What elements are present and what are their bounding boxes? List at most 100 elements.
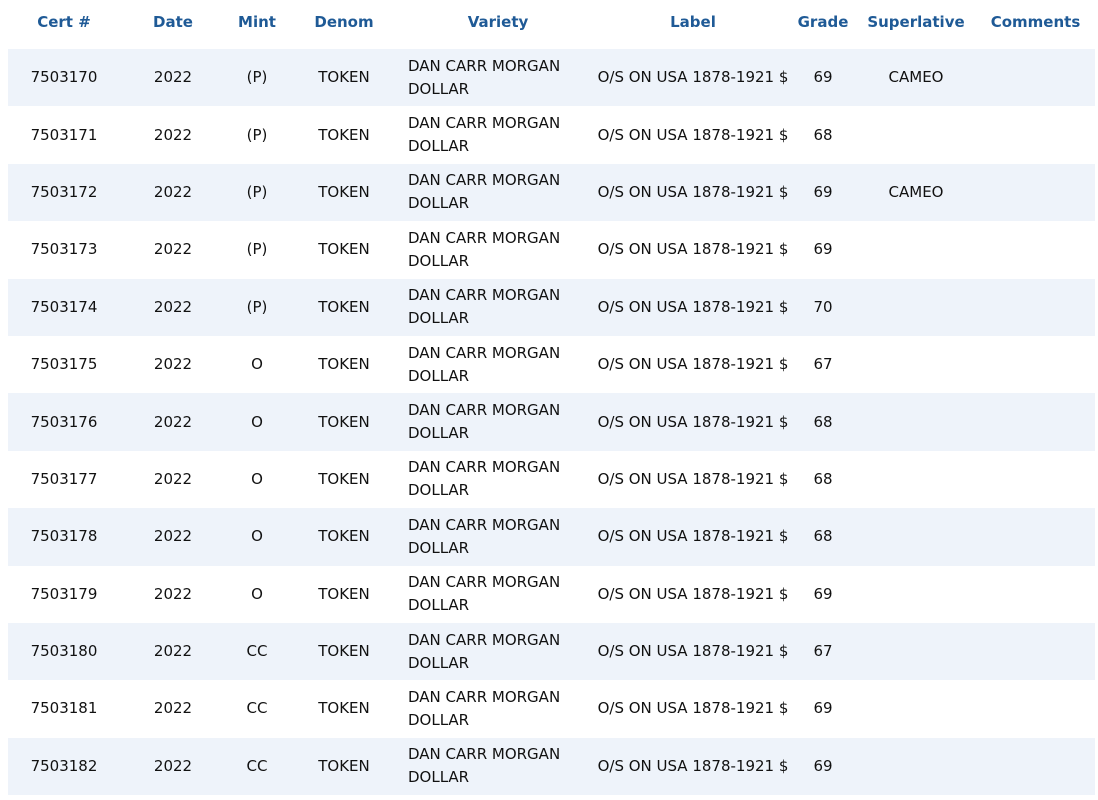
table-row[interactable]: 7503170 2022 (P) TOKEN DAN CARR MORGAN DOLLAR… bbox=[8, 49, 1095, 107]
variety-line-2: DOLLAR bbox=[408, 137, 470, 156]
table-row[interactable]: 7503174 2022 (P) TOKEN DAN CARR MORGAN DOLLAR… bbox=[8, 278, 1095, 336]
cell-comments bbox=[976, 106, 1095, 164]
table-row[interactable]: 7503173 2022 (P) TOKEN DAN CARR MORGAN DOLLAR… bbox=[8, 221, 1095, 279]
table-row[interactable]: 7503179 2022 O TOKEN DAN CARR MORGAN DOLLAR O/… bbox=[8, 565, 1095, 623]
variety-line-2: DOLLAR bbox=[408, 79, 470, 98]
variety-line-1: DAN CARR MORGAN bbox=[408, 286, 561, 305]
table-row[interactable]: 7503178 2022 O TOKEN DAN CARR MORGAN DOLLAR O/… bbox=[8, 508, 1095, 566]
variety-line-1: DAN CARR MORGAN bbox=[408, 630, 561, 649]
cell-superlative bbox=[856, 450, 976, 509]
cell-grade: 70 bbox=[790, 278, 856, 336]
cell-date: 2022 bbox=[120, 221, 226, 279]
table-row[interactable]: 7503180 2022 CC TOKEN DAN CARR MORGAN DOLLAR O… bbox=[8, 622, 1095, 681]
col-header-label[interactable]: Label bbox=[596, 0, 790, 49]
cell-denom: TOKEN bbox=[288, 508, 400, 566]
cell-date: 2022 bbox=[120, 335, 226, 394]
cell-mint: O bbox=[226, 393, 288, 451]
cell-comments bbox=[976, 221, 1095, 279]
cell-date: 2022 bbox=[120, 565, 226, 623]
cell-cert: 7503181 bbox=[8, 680, 120, 738]
table-body: 7503170 2022 (P) TOKEN DAN CARR MORGAN DOLLAR… bbox=[8, 49, 1095, 796]
cell-variety: DAN CARR MORGAN DOLLAR bbox=[400, 737, 596, 796]
col-header-comments[interactable]: Comments bbox=[976, 0, 1095, 49]
table-row[interactable]: 7503175 2022 O TOKEN DAN CARR MORGAN DOLLAR O/… bbox=[8, 335, 1095, 394]
variety-line-2: DOLLAR bbox=[408, 596, 470, 615]
cell-denom: TOKEN bbox=[288, 278, 400, 336]
cell-date: 2022 bbox=[120, 106, 226, 164]
cell-label: O/S ON USA 1878-1921 $ bbox=[596, 622, 790, 681]
cell-cert: 7503180 bbox=[8, 622, 120, 681]
variety-line-1: DAN CARR MORGAN bbox=[408, 171, 561, 190]
col-header-superlative[interactable]: Superlative bbox=[856, 0, 976, 49]
cell-date: 2022 bbox=[120, 737, 226, 796]
variety-line-1: DAN CARR MORGAN bbox=[408, 401, 561, 420]
col-header-cert[interactable]: Cert # bbox=[8, 0, 120, 49]
cell-variety: DAN CARR MORGAN DOLLAR bbox=[400, 335, 596, 394]
cell-mint: O bbox=[226, 508, 288, 566]
cell-mint: (P) bbox=[226, 221, 288, 279]
cell-superlative bbox=[856, 680, 976, 738]
variety-line-2: DOLLAR bbox=[408, 768, 470, 787]
cell-comments bbox=[976, 737, 1095, 796]
variety-line-1: DAN CARR MORGAN bbox=[408, 458, 561, 477]
cell-comments bbox=[976, 565, 1095, 623]
variety-line-1: DAN CARR MORGAN bbox=[408, 56, 561, 75]
cell-mint: (P) bbox=[226, 106, 288, 164]
cell-superlative bbox=[856, 565, 976, 623]
cell-mint: CC bbox=[226, 680, 288, 738]
cell-label: O/S ON USA 1878-1921 $ bbox=[596, 106, 790, 164]
variety-line-1: DAN CARR MORGAN bbox=[408, 687, 561, 706]
cell-mint: CC bbox=[226, 622, 288, 681]
variety-line-2: DOLLAR bbox=[408, 251, 470, 270]
cell-variety: DAN CARR MORGAN DOLLAR bbox=[400, 622, 596, 681]
table-row[interactable]: 7503172 2022 (P) TOKEN DAN CARR MORGAN DOLLAR… bbox=[8, 163, 1095, 222]
variety-line-1: DAN CARR MORGAN bbox=[408, 573, 561, 592]
col-header-variety[interactable]: Variety bbox=[400, 0, 596, 49]
cell-label: O/S ON USA 1878-1921 $ bbox=[596, 278, 790, 336]
table-row[interactable]: 7503177 2022 O TOKEN DAN CARR MORGAN DOLLAR O/… bbox=[8, 450, 1095, 509]
table-row[interactable]: 7503171 2022 (P) TOKEN DAN CARR MORGAN DOLLAR… bbox=[8, 106, 1095, 164]
cell-superlative bbox=[856, 508, 976, 566]
cell-denom: TOKEN bbox=[288, 737, 400, 796]
cell-variety: DAN CARR MORGAN DOLLAR bbox=[400, 278, 596, 336]
cell-cert: 7503178 bbox=[8, 508, 120, 566]
cell-mint: (P) bbox=[226, 49, 288, 107]
table-row[interactable]: 7503176 2022 O TOKEN DAN CARR MORGAN DOLLAR O/… bbox=[8, 393, 1095, 451]
table-row[interactable]: 7503182 2022 CC TOKEN DAN CARR MORGAN DOLLAR O… bbox=[8, 737, 1095, 796]
cell-comments bbox=[976, 622, 1095, 681]
cell-comments bbox=[976, 335, 1095, 394]
cell-comments bbox=[976, 508, 1095, 566]
variety-line-2: DOLLAR bbox=[408, 538, 470, 557]
variety-line-1: DAN CARR MORGAN bbox=[408, 114, 561, 133]
cell-cert: 7503174 bbox=[8, 278, 120, 336]
cell-comments bbox=[976, 163, 1095, 222]
variety-line-1: DAN CARR MORGAN bbox=[408, 745, 561, 764]
cell-variety: DAN CARR MORGAN DOLLAR bbox=[400, 565, 596, 623]
variety-line-2: DOLLAR bbox=[408, 710, 470, 729]
variety-line-2: DOLLAR bbox=[408, 424, 470, 443]
cell-label: O/S ON USA 1878-1921 $ bbox=[596, 163, 790, 222]
cell-superlative bbox=[856, 393, 976, 451]
cell-cert: 7503177 bbox=[8, 450, 120, 509]
cell-denom: TOKEN bbox=[288, 49, 400, 107]
cell-label: O/S ON USA 1878-1921 $ bbox=[596, 221, 790, 279]
cell-variety: DAN CARR MORGAN DOLLAR bbox=[400, 106, 596, 164]
cell-date: 2022 bbox=[120, 163, 226, 222]
cell-grade: 68 bbox=[790, 393, 856, 451]
cell-superlative bbox=[856, 737, 976, 796]
table-row[interactable]: 7503181 2022 CC TOKEN DAN CARR MORGAN DOLLAR O… bbox=[8, 680, 1095, 738]
cell-denom: TOKEN bbox=[288, 450, 400, 509]
variety-line-2: DOLLAR bbox=[408, 653, 470, 672]
variety-line-1: DAN CARR MORGAN bbox=[408, 228, 561, 247]
col-header-denom[interactable]: Denom bbox=[288, 0, 400, 49]
col-header-mint[interactable]: Mint bbox=[226, 0, 288, 49]
cell-comments bbox=[976, 49, 1095, 107]
cell-denom: TOKEN bbox=[288, 622, 400, 681]
cell-grade: 67 bbox=[790, 335, 856, 394]
col-header-grade[interactable]: Grade bbox=[790, 0, 856, 49]
cell-label: O/S ON USA 1878-1921 $ bbox=[596, 450, 790, 509]
cell-date: 2022 bbox=[120, 49, 226, 107]
cell-grade: 69 bbox=[790, 680, 856, 738]
col-header-date[interactable]: Date bbox=[120, 0, 226, 49]
cell-superlative: CAMEO bbox=[856, 163, 976, 222]
